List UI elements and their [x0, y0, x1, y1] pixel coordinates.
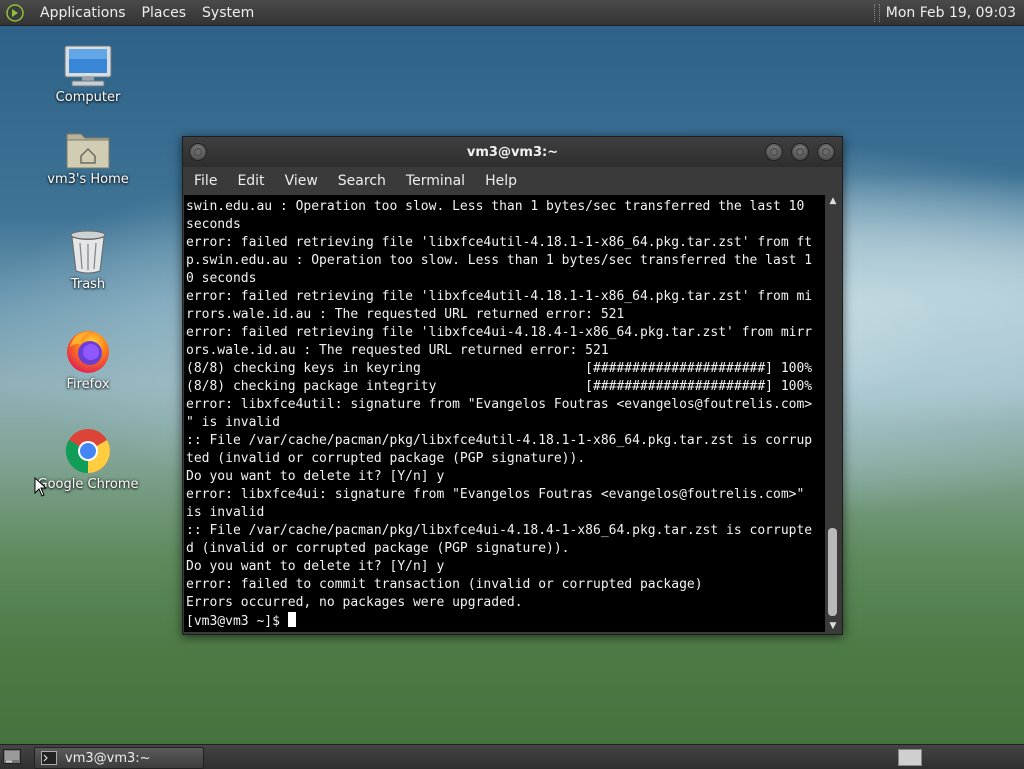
window-titlebar[interactable]: vm3@vm3:~	[183, 137, 842, 167]
maximize-button[interactable]	[791, 143, 809, 161]
taskbar-button-label: vm3@vm3:~	[65, 750, 151, 766]
chrome-icon	[65, 429, 110, 474]
minimize-button[interactable]	[765, 143, 783, 161]
scroll-up-arrow-icon[interactable]: ▲	[826, 195, 840, 207]
clock-area: Mon Feb 19, 09:03	[873, 0, 1024, 25]
menu-search[interactable]: Search	[328, 173, 396, 189]
terminal-line: Do you want to delete it? [Y/n] y	[186, 559, 445, 574]
desktop-icon-computer[interactable]: Computer	[33, 44, 143, 105]
show-desktop-icon[interactable]	[3, 749, 21, 764]
desktop-icon-trash[interactable]: Trash	[33, 229, 143, 292]
terminal-menubar: File Edit View Search Terminal Help	[183, 167, 842, 195]
scroll-down-arrow-icon[interactable]: ▼	[826, 620, 840, 632]
system-menu[interactable]: System	[194, 5, 262, 21]
applications-menu[interactable]: Applications	[32, 5, 134, 21]
terminal-line: error: libxfce4ui: signature from "Evang…	[186, 487, 805, 502]
window-menu-button[interactable]	[189, 143, 207, 161]
terminal-line: error: failed to commit transaction (inv…	[186, 577, 703, 592]
desktop-icon-chrome[interactable]: Google Chrome	[33, 427, 143, 492]
terminal-line: ors.wale.id.au : The requested URL retur…	[186, 343, 609, 358]
terminal-line: rrors.wale.id.au : The requested URL ret…	[186, 307, 625, 322]
terminal-line: :: File /var/cache/pacman/pkg/libxfce4ui…	[186, 523, 813, 538]
terminal-line: swin.edu.au : Operation too slow. Less t…	[186, 199, 805, 214]
menu-terminal[interactable]: Terminal	[396, 173, 475, 189]
terminal-line: Errors occurred, no packages were upgrad…	[186, 595, 523, 610]
scrollbar-thumb[interactable]	[828, 528, 837, 616]
menu-file[interactable]: File	[183, 173, 227, 189]
terminal-prompt: [vm3@vm3 ~]$	[186, 614, 288, 629]
window-title: vm3@vm3:~	[466, 144, 559, 160]
desktop-icon-label: Firefox	[66, 377, 110, 392]
terminal-line: error: failed retrieving file 'libxfce4u…	[186, 325, 813, 340]
terminal-line: error: libxfce4util: signature from "Eva…	[186, 397, 813, 412]
terminal-line: d (invalid or corrupted package (PGP sig…	[186, 541, 570, 556]
firefox-icon	[67, 331, 109, 373]
menu-view[interactable]: View	[275, 173, 328, 189]
bottom-panel: vm3@vm3:~	[0, 744, 1024, 769]
desktop-icon-label: Trash	[70, 277, 106, 292]
menu-help[interactable]: Help	[475, 173, 527, 189]
terminal-output[interactable]: swin.edu.au : Operation too slow. Less t…	[184, 195, 825, 632]
mouse-pointer-icon	[34, 477, 46, 497]
terminal-line: error: failed retrieving file 'libxfce4u…	[186, 235, 813, 250]
taskbar-button-terminal[interactable]: vm3@vm3:~	[34, 747, 204, 769]
terminal-icon	[41, 751, 57, 765]
terminal-line: " is invalid	[186, 415, 280, 430]
close-button[interactable]	[817, 143, 835, 161]
computer-icon	[64, 45, 112, 87]
mate-logo-icon[interactable]	[6, 3, 24, 22]
terminal-line: (8/8) checking keys in keyring [########…	[186, 361, 813, 376]
terminal-line: seconds	[186, 217, 241, 232]
workspace-switcher[interactable]	[898, 749, 922, 766]
terminal-text: swin.edu.au : Operation too slow. Less t…	[186, 198, 812, 631]
terminal-scrollbar[interactable]: ▲ ▼	[826, 195, 840, 632]
terminal-cursor	[287, 612, 296, 627]
panel-handle[interactable]	[873, 3, 880, 22]
terminal-window[interactable]: vm3@vm3:~ File Edit View Search Terminal…	[182, 136, 843, 635]
terminal-line: p.swin.edu.au : Operation too slow. Less…	[186, 253, 813, 268]
home-folder-icon	[66, 133, 110, 169]
clock[interactable]: Mon Feb 19, 09:03	[886, 5, 1024, 21]
terminal-line: :: File /var/cache/pacman/pkg/libxfce4ut…	[186, 433, 813, 448]
trash-icon	[70, 230, 106, 274]
desktop-icon-firefox[interactable]: Firefox	[33, 327, 143, 392]
menu-edit[interactable]: Edit	[227, 173, 274, 189]
desktop-icon-label: Computer	[55, 90, 121, 105]
terminal-line: (8/8) checking package integrity [######…	[186, 379, 813, 394]
places-menu[interactable]: Places	[134, 5, 195, 21]
terminal-line: is invalid	[186, 505, 265, 520]
terminal-line: Do you want to delete it? [Y/n] y	[186, 469, 445, 484]
desktop-icon-label: vm3's Home	[47, 172, 129, 187]
terminal-line: ted (invalid or corrupted package (PGP s…	[186, 451, 586, 466]
terminal-line: 0 seconds	[186, 271, 257, 286]
terminal-line: error: failed retrieving file 'libxfce4u…	[186, 289, 813, 304]
desktop-icon-home[interactable]: vm3's Home	[33, 128, 143, 187]
desktop-icon-label: Google Chrome	[37, 477, 139, 492]
top-panel: Applications Places System Mon Feb 19, 0…	[0, 0, 1024, 26]
